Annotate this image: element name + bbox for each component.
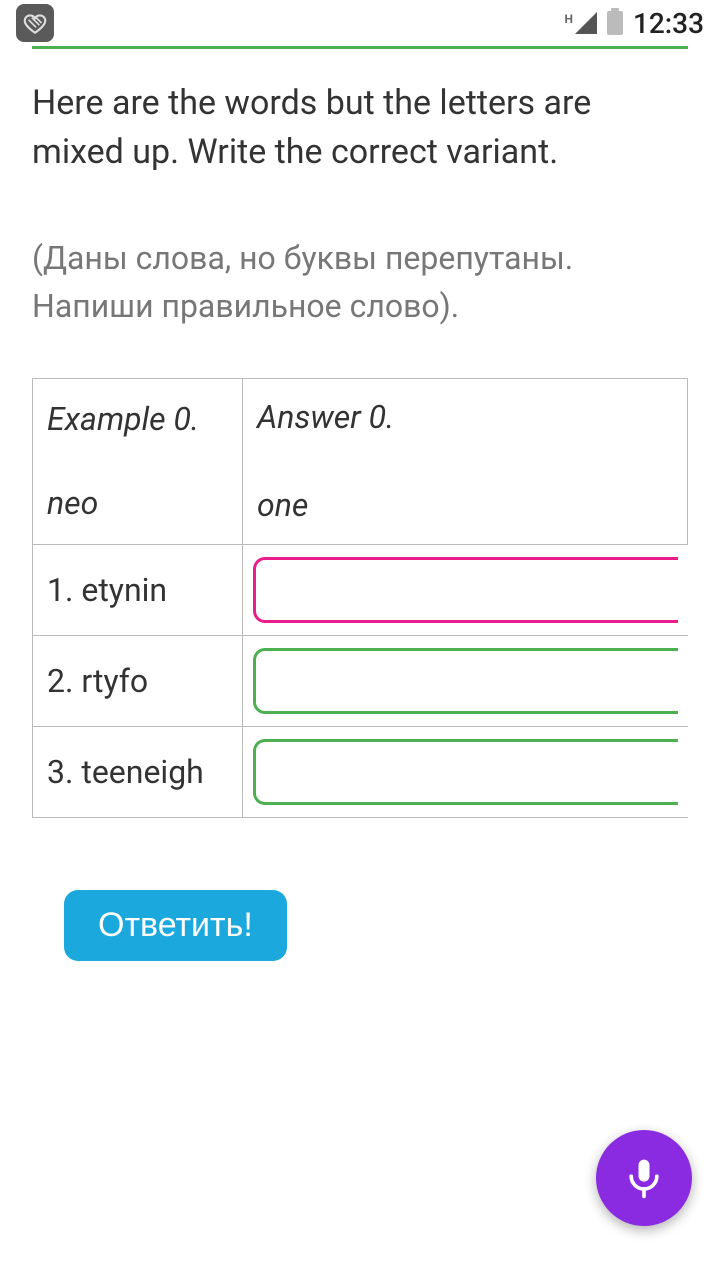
example-word: neo bbox=[47, 484, 98, 522]
answer-input-1[interactable] bbox=[253, 557, 678, 623]
example-answer-value: one bbox=[257, 486, 308, 524]
voice-input-fab[interactable] bbox=[596, 1130, 692, 1226]
submit-button[interactable]: Ответить! bbox=[64, 890, 287, 961]
signal-icon bbox=[575, 12, 597, 34]
network-signal: H bbox=[564, 12, 596, 34]
battery-icon bbox=[607, 11, 623, 35]
answer-input-2[interactable] bbox=[253, 648, 678, 714]
instruction-russian: (Даны слова, но буквы перепутаны. Напиши… bbox=[32, 234, 688, 330]
answer-input-3[interactable] bbox=[253, 739, 678, 805]
example-label: Example 0. bbox=[47, 397, 228, 442]
table-row: 2. rtyfo bbox=[33, 636, 688, 727]
microphone-icon bbox=[622, 1156, 666, 1200]
network-type-label: H bbox=[564, 12, 572, 26]
instruction-english: Here are the words but the letters are m… bbox=[32, 79, 688, 178]
app-icon bbox=[16, 4, 54, 42]
item-label-2: 2. rtyfo bbox=[33, 636, 243, 727]
table-row: 1. etynin bbox=[33, 545, 688, 636]
item-label-1: 1. etynin bbox=[33, 545, 243, 636]
item-label-3: 3. teeneigh bbox=[33, 727, 243, 818]
status-bar: H 12:33 bbox=[0, 0, 720, 46]
clock: 12:33 bbox=[633, 7, 704, 40]
example-answer-label: Answer 0. bbox=[257, 398, 673, 436]
table-row: 3. teeneigh bbox=[33, 727, 688, 818]
table-row-example: Example 0. neo Answer 0. one bbox=[33, 378, 688, 545]
exercise-table: Example 0. neo Answer 0. one 1. etynin 2… bbox=[32, 378, 688, 819]
